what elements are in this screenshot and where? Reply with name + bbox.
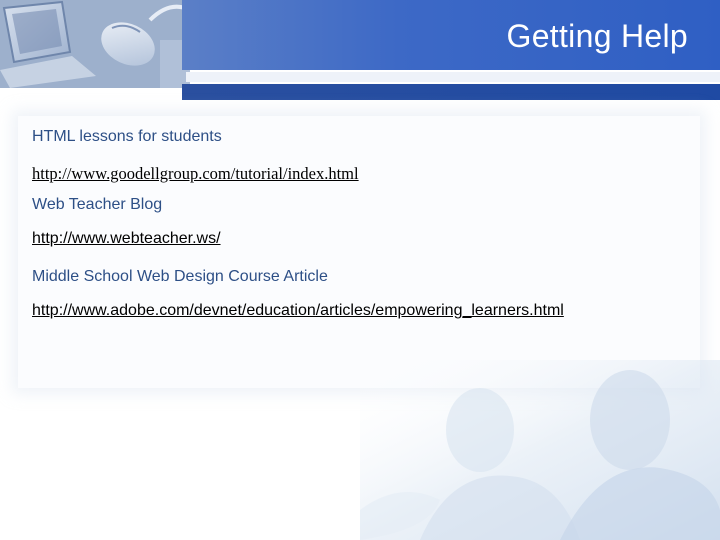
heading-html-lessons: HTML lessons for students xyxy=(32,128,222,145)
header-divider-light xyxy=(186,72,720,82)
header-divider-dark xyxy=(182,84,720,100)
title-banner: Getting Help xyxy=(182,0,720,70)
heading-web-teacher-blog: Web Teacher Blog xyxy=(32,196,163,213)
slide: Getting Help HTML lessons for students h… xyxy=(0,0,720,540)
computer-mouse-photo-icon xyxy=(0,0,190,88)
slide-header: Getting Help xyxy=(0,0,720,100)
page-title: Getting Help xyxy=(506,18,688,54)
heading-middle-school-article: Middle School Web Design Course Article xyxy=(32,268,328,285)
link-goodellgroup[interactable]: http://www.goodellgroup.com/tutorial/ind… xyxy=(32,164,359,184)
link-webteacher[interactable]: http://www.webteacher.ws/ xyxy=(32,230,221,248)
content-panel xyxy=(18,116,700,388)
link-adobe-article[interactable]: http://www.adobe.com/devnet/education/ar… xyxy=(32,302,564,320)
faded-people-photo-icon xyxy=(360,360,720,540)
